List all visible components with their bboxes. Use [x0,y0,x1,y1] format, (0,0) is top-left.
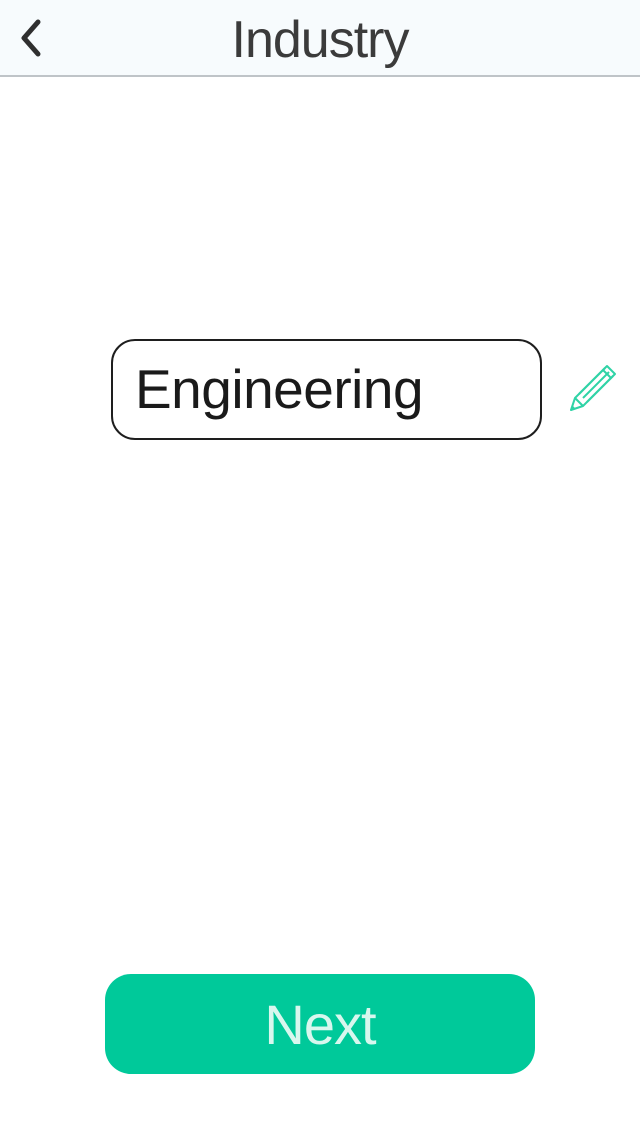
next-button[interactable]: Next [105,974,535,1074]
edit-button[interactable] [565,362,619,416]
next-button-label: Next [264,992,376,1056]
pencil-icon [570,365,616,411]
navigation-bar: Industry [0,0,640,77]
page-title: Industry [231,11,410,69]
industry-screen: Industry Engineering Next [0,0,640,1136]
industry-value: Engineering [135,358,424,420]
industry-field[interactable]: Engineering [111,339,542,440]
